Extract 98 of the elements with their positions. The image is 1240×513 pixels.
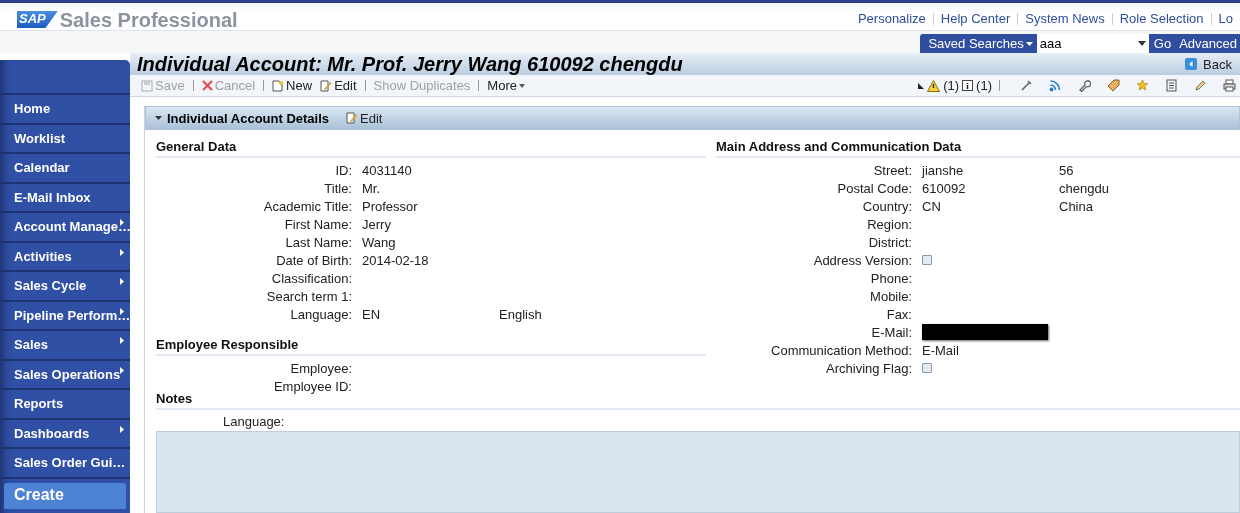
- nav-item[interactable]: Dashboards: [0, 419, 130, 449]
- rss-icon[interactable]: [1049, 79, 1062, 92]
- nav-item[interactable]: Worklist: [0, 124, 130, 154]
- header-link[interactable]: Help Center: [933, 11, 1018, 26]
- field-value: Wang: [362, 234, 396, 250]
- field-value: chengdu: [1059, 180, 1110, 196]
- field-label: Search term 1:: [265, 288, 352, 304]
- field-value: Professor: [362, 198, 418, 214]
- go-button[interactable]: Go: [1148, 36, 1175, 51]
- nav-item[interactable]: Pipeline Perform…: [0, 301, 130, 331]
- checkbox[interactable]: [922, 363, 932, 373]
- nav-item[interactable]: Sales Order Gui…: [0, 449, 130, 479]
- field-value: CN: [922, 198, 941, 214]
- field-label: Classification:: [270, 270, 352, 286]
- section-title: Individual Account Details: [167, 110, 330, 126]
- saved-searches-menu[interactable]: Saved Searches: [928, 36, 1037, 51]
- edit-button[interactable]: Edit: [346, 110, 383, 126]
- pencil-icon[interactable]: [1194, 79, 1207, 92]
- field-label: Street:: [872, 162, 912, 178]
- info-icon: [962, 80, 974, 91]
- document-icon[interactable]: [1165, 79, 1178, 92]
- collapse-icon[interactable]: [155, 116, 162, 120]
- field-value: English: [499, 306, 543, 322]
- tag-icon[interactable]: [1107, 79, 1120, 92]
- caret-icon: [1137, 41, 1146, 46]
- toolbar-button[interactable]: Edit: [316, 78, 361, 93]
- field-label: Employee ID:: [272, 378, 352, 394]
- toolbar-button[interactable]: More: [483, 78, 529, 93]
- nav-item[interactable]: Home: [0, 95, 130, 125]
- field-label: Language:: [222, 413, 286, 431]
- field-label: Communication Method:: [770, 342, 912, 358]
- field-label: District:: [867, 234, 912, 250]
- header-link[interactable]: Personalize: [850, 11, 933, 26]
- back-button[interactable]: Back: [1185, 56, 1240, 72]
- field-label: ID:: [334, 162, 352, 178]
- new-document-icon: [272, 79, 285, 92]
- field-value: jianshe: [922, 162, 964, 178]
- field-value: Mr.: [362, 180, 381, 196]
- warning-count[interactable]: (1): [943, 78, 960, 93]
- field-value: China: [1059, 198, 1094, 214]
- field-label: Last Name:: [284, 234, 352, 250]
- caret-icon: [1025, 41, 1033, 46]
- wand-icon[interactable]: [1020, 79, 1033, 92]
- field-value: Jerry: [362, 216, 391, 232]
- field-label: Language:: [289, 306, 352, 322]
- checkbox[interactable]: [922, 255, 932, 265]
- advanced-search-link[interactable]: Advanced: [1174, 36, 1240, 51]
- field-value: 2014-02-18: [362, 252, 429, 268]
- app-title: Sales Professional: [59, 11, 238, 30]
- nav-item[interactable]: Activities: [0, 242, 130, 272]
- nav-item[interactable]: E-Mail Inbox: [0, 183, 130, 213]
- create-button[interactable]: Create: [4, 482, 126, 509]
- page-title: Individual Account: Mr. Prof. Jerry Wang 610092 chengdu: [137, 52, 683, 76]
- group-title: General Data: [156, 130, 706, 158]
- field-label: Archiving Flag:: [825, 360, 912, 376]
- field-label: Region:: [866, 216, 912, 232]
- resize-corner-icon: [918, 82, 925, 89]
- nav-item[interactable]: Sales: [0, 331, 130, 361]
- toolbar-button[interactable]: New: [268, 78, 317, 93]
- nav-item[interactable]: Sales Operations: [0, 360, 130, 390]
- printer-icon[interactable]: [1223, 79, 1236, 92]
- field-label: Academic Title:: [262, 198, 352, 214]
- field-value: 4031140: [362, 162, 412, 178]
- settings-icon[interactable]: [1078, 79, 1091, 92]
- field-value: 56: [1059, 162, 1074, 178]
- field-label: Address Version:: [812, 252, 912, 268]
- caret-icon: [519, 83, 525, 88]
- field-value: E-Mail: [922, 342, 959, 358]
- field-label: Country:: [861, 198, 912, 214]
- group-title: Main Address and Communication Data: [716, 130, 1240, 158]
- field-label: Postal Code:: [836, 180, 912, 196]
- nav-item[interactable]: Sales Cycle: [0, 272, 130, 302]
- field-label: Mobile:: [869, 288, 912, 304]
- edit-icon: [346, 112, 359, 124]
- field-label: Title:: [323, 180, 352, 196]
- field-value: EN: [362, 306, 381, 322]
- back-icon: [1185, 58, 1198, 70]
- cross-icon: [201, 80, 213, 91]
- field-label: E-Mail:: [870, 324, 912, 340]
- nav-item[interactable]: Account Manage…: [0, 213, 130, 243]
- field-label: Date of Birth:: [275, 252, 352, 268]
- field-label: Phone:: [869, 270, 912, 286]
- header-link[interactable]: System News: [1018, 11, 1112, 26]
- nav-item[interactable]: Calendar: [0, 154, 130, 184]
- nav-item[interactable]: Reports: [0, 390, 130, 420]
- star-icon[interactable]: [1136, 79, 1149, 92]
- field-label: First Name:: [283, 216, 352, 232]
- save-icon: [141, 79, 153, 92]
- info-count[interactable]: (1): [976, 78, 992, 93]
- warning-icon: [927, 79, 941, 92]
- header-link[interactable]: Role Selection: [1112, 11, 1211, 26]
- field-label: Employee:: [289, 360, 352, 376]
- field-label: Fax:: [885, 306, 912, 322]
- edit-icon: [320, 79, 333, 92]
- header-link[interactable]: Lo: [1211, 11, 1240, 26]
- field-value: 610092: [922, 180, 966, 196]
- group-title: Employee Responsible: [156, 335, 706, 356]
- logo: SAP: [17, 11, 58, 28]
